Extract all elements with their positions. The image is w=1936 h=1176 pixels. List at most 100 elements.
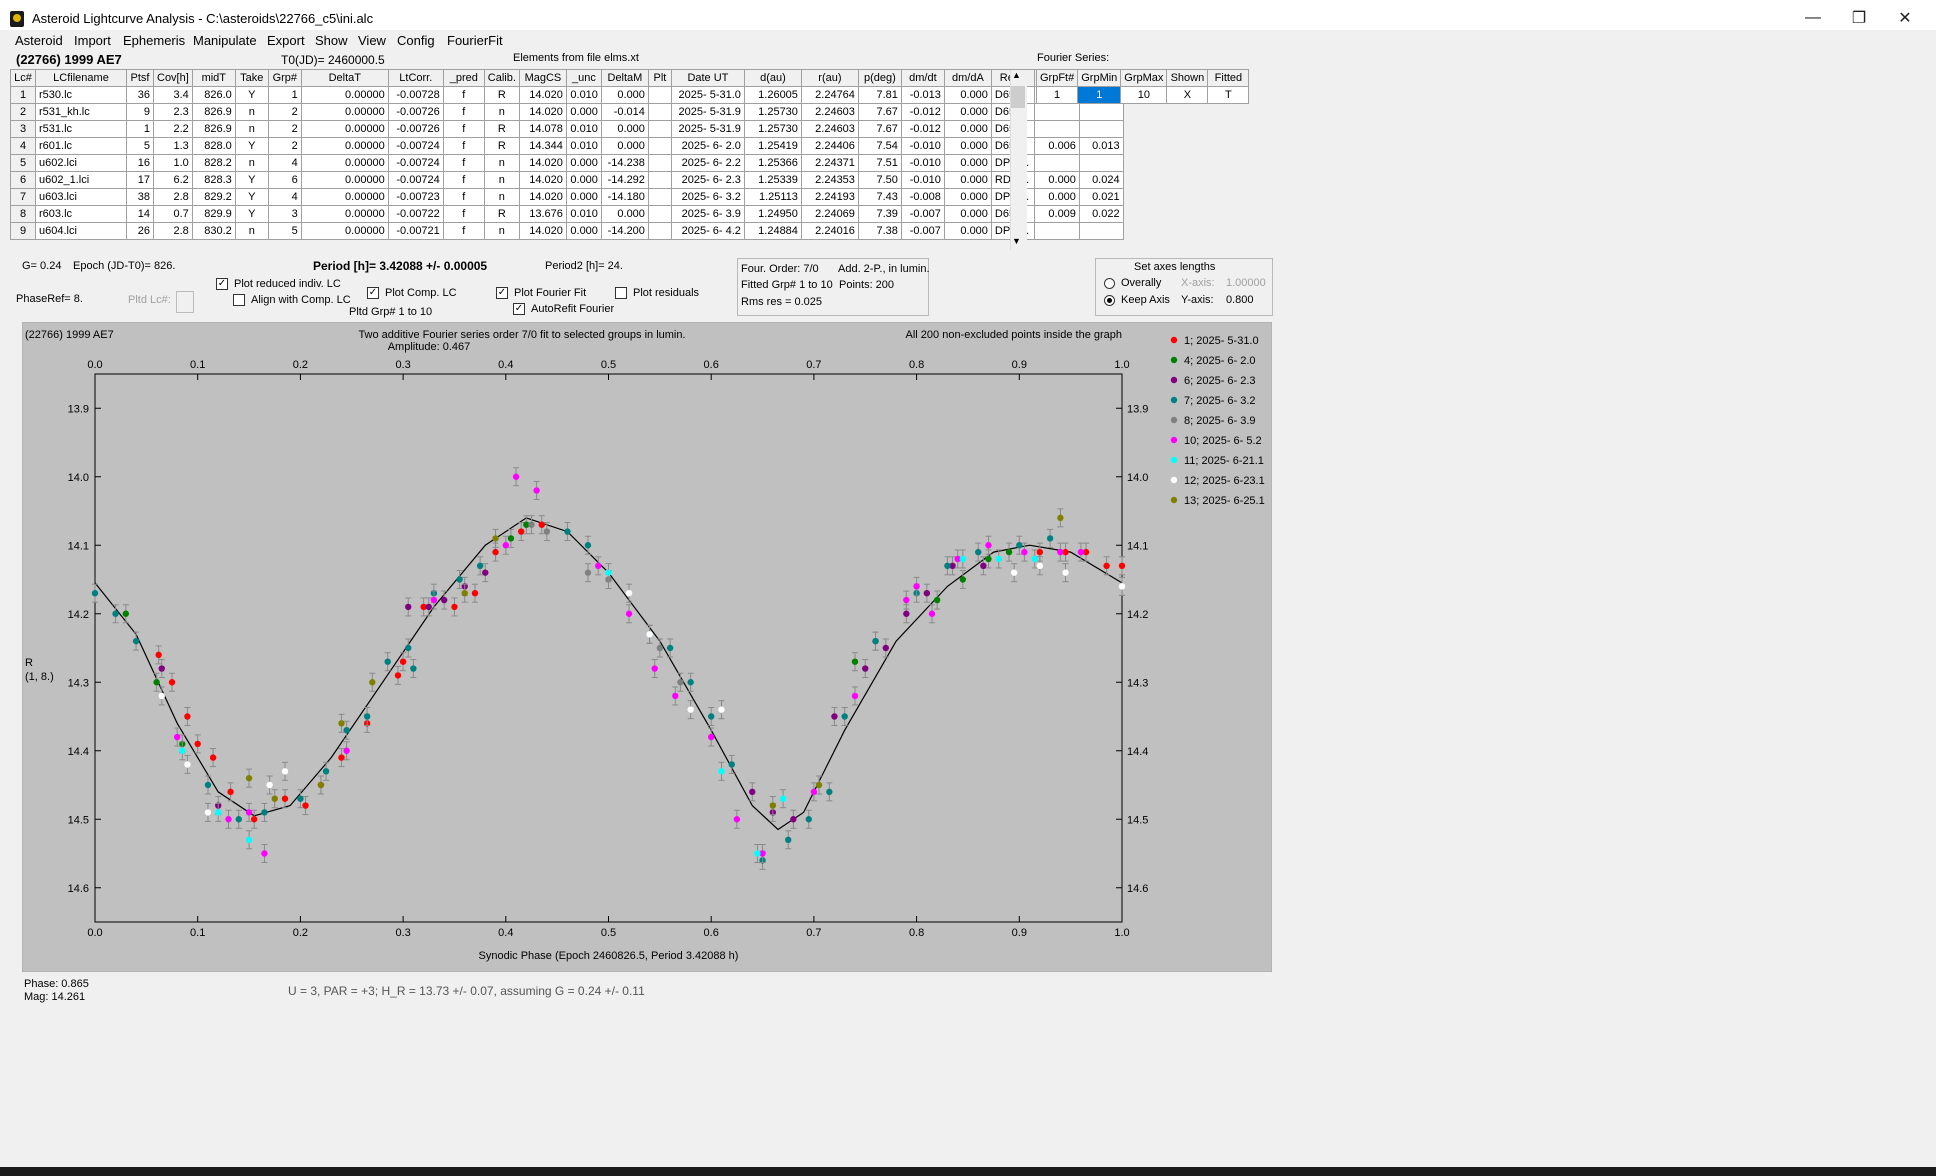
- table-cell[interactable]: R: [483, 86, 520, 104]
- table-cell[interactable]: n: [234, 103, 269, 121]
- table-cell[interactable]: 2.8: [153, 188, 193, 206]
- table-cell[interactable]: 14.020: [518, 222, 567, 240]
- table-cell[interactable]: f: [442, 188, 485, 206]
- table-cell[interactable]: -14.292: [600, 171, 649, 189]
- table-cell[interactable]: 6: [267, 171, 302, 189]
- table-cell[interactable]: -0.00724: [387, 154, 444, 172]
- lc-col-header[interactable]: Ptsf: [126, 69, 154, 87]
- phase-ref[interactable]: PhaseRef= 8.: [16, 293, 83, 305]
- table-cell[interactable]: f: [442, 171, 485, 189]
- table-cell[interactable]: [1033, 154, 1080, 172]
- table-cell[interactable]: [1033, 222, 1080, 240]
- table-cell[interactable]: f: [442, 205, 485, 223]
- table-cell[interactable]: 36: [126, 86, 154, 104]
- table-cell[interactable]: 2.24016: [800, 222, 859, 240]
- table-cell[interactable]: 5: [126, 137, 154, 155]
- table-cell[interactable]: 3.4: [153, 86, 193, 104]
- table-cell[interactable]: 2.24603: [800, 120, 859, 138]
- table-row[interactable]: 8 r603.lc 14 0.7 829.9 Y 3 0.00000 -0.00722 f R 13.…: [10, 205, 1124, 223]
- table-cell[interactable]: 14.020: [518, 188, 567, 206]
- table-cell[interactable]: 2.24371: [800, 154, 859, 172]
- table-cell[interactable]: 1.3: [153, 137, 193, 155]
- table-cell[interactable]: R: [483, 137, 520, 155]
- table-cell[interactable]: 1.24884: [743, 222, 802, 240]
- fourier-col-header[interactable]: Fitted: [1207, 69, 1250, 87]
- lc-col-header[interactable]: Cov[h]: [153, 69, 193, 87]
- table-cell[interactable]: 7.38: [857, 222, 902, 240]
- table-row[interactable]: 6 u602_1.lci 17 6.2 828.3 Y 6 0.00000 -0.00724 f n…: [10, 171, 1124, 189]
- table-cell[interactable]: f: [442, 222, 485, 240]
- x-axis-value[interactable]: 1.00000: [1226, 277, 1266, 289]
- table-cell[interactable]: n: [483, 154, 520, 172]
- fourier-cell-selected[interactable]: 1: [1077, 86, 1122, 104]
- table-cell[interactable]: f: [442, 103, 485, 121]
- table-cell[interactable]: n: [234, 120, 269, 138]
- table-cell[interactable]: 0.00000: [300, 120, 389, 138]
- table-cell[interactable]: 826.0: [191, 86, 236, 104]
- table-cell[interactable]: [1033, 120, 1080, 138]
- table-cell[interactable]: -0.00722: [387, 205, 444, 223]
- table-cell[interactable]: 1.25366: [743, 154, 802, 172]
- table-cell[interactable]: 0.010: [565, 86, 602, 104]
- table-cell[interactable]: 0.00000: [300, 86, 389, 104]
- lc-col-header[interactable]: Grp#: [267, 69, 302, 87]
- table-cell[interactable]: [647, 120, 672, 138]
- scrollbar-thumb[interactable]: [1011, 86, 1025, 108]
- row-header[interactable]: 4: [10, 137, 36, 155]
- table-cell[interactable]: 2.24406: [800, 137, 859, 155]
- table-cell[interactable]: [647, 188, 672, 206]
- table-cell[interactable]: f: [442, 86, 485, 104]
- table-cell[interactable]: 0.00000: [300, 137, 389, 155]
- fourier-cell[interactable]: T: [1207, 86, 1250, 104]
- table-cell[interactable]: Y: [234, 86, 269, 104]
- table-cell[interactable]: r601.lc: [35, 137, 127, 155]
- menu-show[interactable]: Show: [315, 33, 348, 48]
- table-cell[interactable]: [1078, 120, 1124, 138]
- table-cell[interactable]: -0.008: [900, 188, 945, 206]
- table-cell[interactable]: 7.67: [857, 103, 902, 121]
- table-cell[interactable]: -0.007: [900, 205, 945, 223]
- table-cell[interactable]: 14: [126, 205, 154, 223]
- table-cell[interactable]: 0.000: [565, 103, 602, 121]
- table-cell[interactable]: 0.000: [943, 188, 992, 206]
- table-cell[interactable]: 9: [126, 103, 154, 121]
- epoch-value[interactable]: Epoch (JD-T0)= 826.: [73, 260, 175, 272]
- table-cell[interactable]: Y: [234, 205, 269, 223]
- table-cell[interactable]: 7.50: [857, 171, 902, 189]
- table-cell[interactable]: 26: [126, 222, 154, 240]
- table-cell[interactable]: 38: [126, 188, 154, 206]
- plot-fourier-checkbox[interactable]: ✓ Plot Fourier Fit: [496, 287, 586, 300]
- table-cell[interactable]: 0.00000: [300, 103, 389, 121]
- table-cell[interactable]: [647, 86, 672, 104]
- table-cell[interactable]: 0.000: [600, 120, 649, 138]
- table-cell[interactable]: r531_kh.lc: [35, 103, 127, 121]
- menu-ephemeris[interactable]: Ephemeris: [123, 33, 185, 48]
- table-cell[interactable]: 2025- 5-31.9: [670, 120, 745, 138]
- table-cell[interactable]: 7.39: [857, 205, 902, 223]
- table-cell[interactable]: -0.013: [900, 86, 945, 104]
- menu-export[interactable]: Export: [267, 33, 305, 48]
- table-cell[interactable]: 2.24193: [800, 188, 859, 206]
- overally-radio[interactable]: Overally: [1104, 277, 1161, 289]
- table-cell[interactable]: 7.81: [857, 86, 902, 104]
- table-cell[interactable]: 2025- 6- 3.2: [670, 188, 745, 206]
- lc-col-header[interactable]: r(au): [800, 69, 859, 87]
- table-cell[interactable]: 0.021: [1078, 188, 1124, 206]
- table-cell[interactable]: 829.2: [191, 188, 236, 206]
- menu-asteroid[interactable]: Asteroid: [15, 33, 63, 48]
- menu-view[interactable]: View: [358, 33, 386, 48]
- table-cell[interactable]: 14.020: [518, 171, 567, 189]
- table-cell[interactable]: 13.676: [518, 205, 567, 223]
- menu-config[interactable]: Config: [397, 33, 435, 48]
- table-cell[interactable]: r530.lc: [35, 86, 127, 104]
- table-row[interactable]: 3 r531.lc 1 2.2 826.9 n 2 0.00000 -0.00726 f R 14.0…: [10, 120, 1124, 138]
- row-header[interactable]: 2: [10, 103, 36, 121]
- table-cell[interactable]: 2: [267, 120, 302, 138]
- lc-col-header[interactable]: Lc#: [10, 69, 36, 87]
- lc-col-header[interactable]: midT: [191, 69, 236, 87]
- menu-fourierfit[interactable]: FourierFit: [447, 33, 503, 48]
- table-cell[interactable]: 0.00000: [300, 188, 389, 206]
- fourier-col-header[interactable]: GrpFt#: [1035, 69, 1079, 87]
- table-cell[interactable]: 1.0: [153, 154, 193, 172]
- table-cell[interactable]: [647, 154, 672, 172]
